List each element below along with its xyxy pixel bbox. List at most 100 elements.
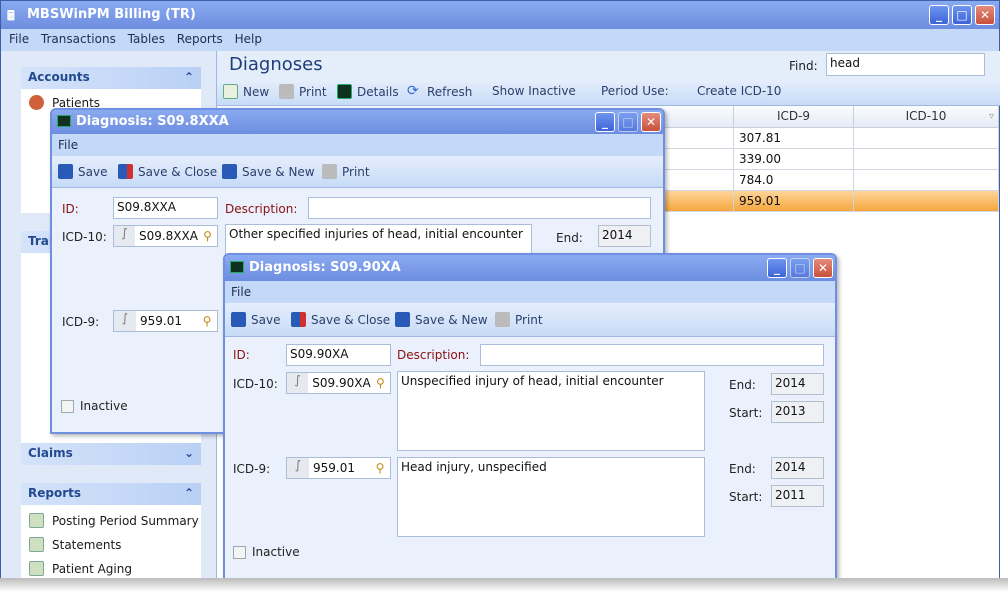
id-input[interactable]: S09.8XXA: [113, 197, 218, 219]
id-label: ID:: [62, 202, 79, 216]
new-label: New: [243, 84, 270, 99]
cell-icd10[interactable]: [854, 170, 999, 191]
collapse-icon: ⌃: [183, 486, 194, 500]
create-icd10-label: Create ICD-10: [697, 84, 782, 98]
scroll-icon: ∫: [114, 311, 136, 331]
minimize-button[interactable]: _: [595, 112, 615, 132]
icd9-value[interactable]: 959.01: [309, 461, 370, 475]
cell-icd10[interactable]: [854, 191, 999, 212]
print-label: Print: [342, 164, 370, 179]
minimize-button[interactable]: _: [767, 258, 787, 278]
show-inactive-label: Show Inactive: [492, 84, 576, 98]
window-title: MBSWinPM Billing (TR): [27, 7, 196, 22]
description-label: Description:: [397, 348, 470, 362]
icd10-value[interactable]: S09.8XXA: [135, 229, 198, 243]
print-label: Print: [515, 312, 543, 327]
new-button[interactable]: New: [223, 84, 269, 99]
save-button[interactable]: Save: [231, 312, 280, 327]
cell-icd9[interactable]: 339.00: [734, 149, 854, 170]
print-label: Print: [299, 84, 327, 99]
search-icon[interactable]: ⚲: [370, 461, 390, 475]
icd9-value[interactable]: 959.01: [136, 314, 197, 328]
report-icon: [29, 561, 44, 576]
icd9-description[interactable]: Head injury, unspecified: [397, 457, 705, 537]
printer-icon: [322, 164, 337, 179]
reports-header-label: Reports: [28, 486, 82, 500]
icd10-description[interactable]: Unspecified injury of head, initial enco…: [397, 371, 705, 451]
close-button[interactable]: ✕: [975, 5, 995, 25]
save-button[interactable]: Save: [58, 164, 107, 179]
sidebar-item-label: Statements: [52, 537, 122, 552]
cell-icd9[interactable]: 307.81: [734, 128, 854, 149]
inactive-checkbox[interactable]: [61, 400, 74, 413]
close-button[interactable]: ✕: [641, 112, 661, 132]
search-icon[interactable]: ⚲: [197, 314, 217, 328]
dialog-titlebar: Diagnosis: S09.8XXA _ □ ✕: [52, 110, 663, 134]
sidebar-item-posting-period-summary[interactable]: Posting Period Summary: [29, 513, 199, 528]
menu-bar: File Transactions Tables Reports Help: [1, 29, 999, 51]
menu-file[interactable]: File: [231, 285, 251, 299]
period-use-button[interactable]: Period Use:: [601, 84, 669, 98]
refresh-button[interactable]: ⟳ Refresh: [407, 84, 472, 99]
save-new-icon: [222, 164, 237, 179]
save-new-button[interactable]: Save & New: [222, 164, 315, 179]
id-input[interactable]: S09.90XA: [286, 344, 391, 366]
print-button[interactable]: Print: [322, 164, 370, 179]
icd9-end-label: End:: [729, 462, 756, 476]
menu-file[interactable]: File: [58, 138, 78, 152]
reports-panel-header[interactable]: Reports ⌃: [21, 483, 201, 505]
window-titlebar: 🖩 MBSWinPM Billing (TR) _ □ ✕: [1, 1, 999, 29]
menu-file[interactable]: File: [9, 32, 29, 46]
claims-header-label: Claims: [28, 446, 73, 460]
create-icd10-button[interactable]: Create ICD-10: [697, 84, 781, 98]
monitor-icon: [57, 115, 71, 127]
search-icon[interactable]: ⚲: [371, 376, 390, 390]
icd10-lookup[interactable]: ∫ S09.90XA ⚲: [286, 372, 391, 394]
sidebar-item-patient-aging[interactable]: Patient Aging: [29, 561, 132, 576]
find-input[interactable]: head: [826, 53, 985, 76]
close-button[interactable]: ✕: [813, 258, 833, 278]
icd10-start-label: Start:: [729, 406, 763, 420]
minimize-button[interactable]: _: [929, 5, 949, 25]
print-button[interactable]: Print: [495, 312, 543, 327]
accounts-panel-header[interactable]: Accounts ⌃: [21, 67, 201, 89]
grid-header-icd9[interactable]: ICD-9: [734, 106, 854, 128]
details-button[interactable]: Details: [337, 84, 399, 99]
save-label: Save: [78, 164, 108, 179]
scroll-icon: ∫: [287, 373, 309, 393]
save-close-label: Save & Close: [311, 312, 391, 327]
save-close-button[interactable]: Save & Close: [291, 312, 390, 327]
search-icon[interactable]: ⚲: [198, 229, 217, 243]
inactive-checkbox[interactable]: [233, 546, 246, 559]
icd9-lookup[interactable]: ∫ 959.01 ⚲: [286, 457, 391, 479]
cell-icd9[interactable]: 959.01: [734, 191, 854, 212]
cell-icd10[interactable]: [854, 149, 999, 170]
save-new-button[interactable]: Save & New: [395, 312, 488, 327]
details-label: Details: [357, 84, 399, 99]
save-close-button[interactable]: Save & Close: [118, 164, 217, 179]
sidebar-item-statements[interactable]: Statements: [29, 537, 121, 552]
menu-transactions[interactable]: Transactions: [41, 32, 116, 46]
cell-icd10[interactable]: [854, 128, 999, 149]
icd10-value[interactable]: S09.90XA: [308, 376, 370, 390]
icd10-end-field: 2014: [771, 373, 824, 395]
save-close-icon: [291, 312, 306, 327]
cell-icd9[interactable]: 784.0: [734, 170, 854, 191]
maximize-button[interactable]: □: [952, 5, 972, 25]
menu-help[interactable]: Help: [235, 32, 262, 46]
icd9-lookup[interactable]: ∫ 959.01 ⚲: [113, 310, 218, 332]
description-input[interactable]: [308, 197, 651, 219]
icd10-lookup[interactable]: ∫ S09.8XXA ⚲: [113, 225, 218, 247]
maximize-button: □: [790, 258, 810, 278]
refresh-icon: ⟳: [407, 83, 419, 99]
claims-panel-header[interactable]: Claims ⌄: [21, 443, 201, 465]
report-icon: [29, 537, 44, 552]
grid-header-icd10[interactable]: ICD-10 ▿: [854, 106, 999, 128]
icd9-start-label: Start:: [729, 490, 763, 504]
print-button[interactable]: Print: [279, 84, 327, 99]
menu-tables[interactable]: Tables: [128, 32, 165, 46]
menu-reports[interactable]: Reports: [177, 32, 223, 46]
description-input[interactable]: [480, 344, 824, 366]
save-close-icon: [118, 164, 133, 179]
show-inactive-button[interactable]: Show Inactive: [492, 84, 576, 98]
